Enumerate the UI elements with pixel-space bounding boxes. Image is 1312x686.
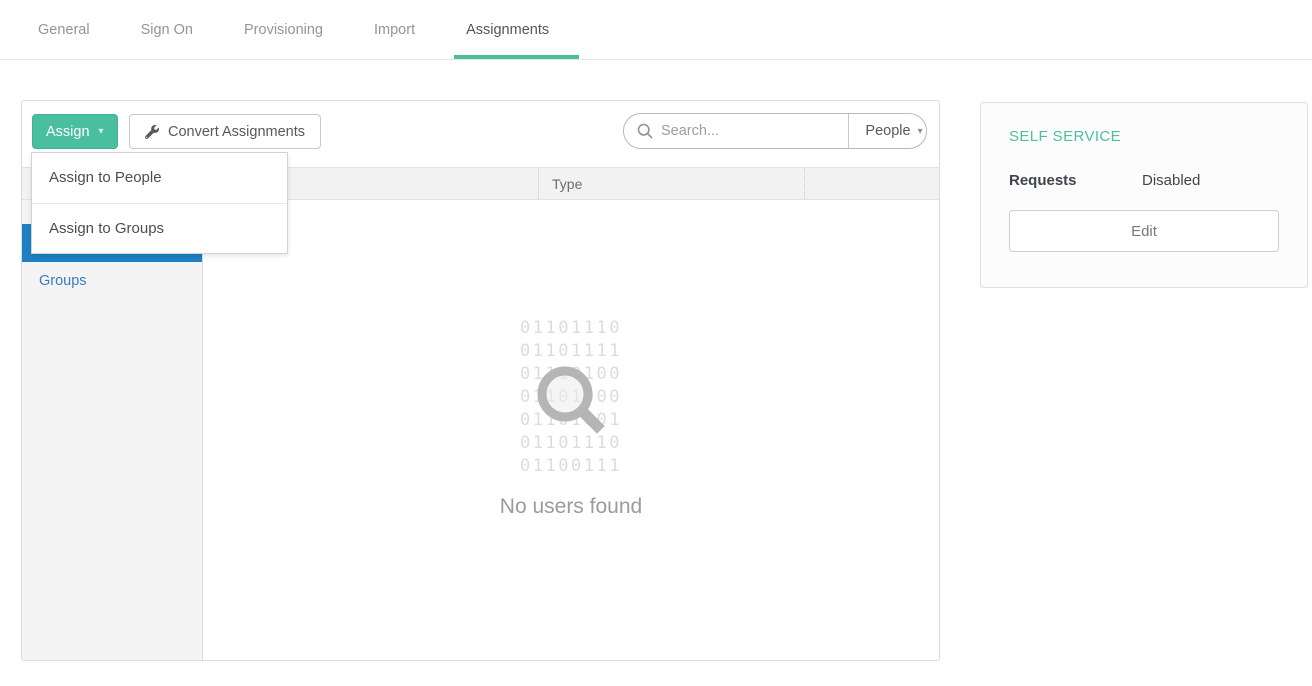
- search-input[interactable]: [661, 123, 848, 139]
- assign-button[interactable]: Assign ▾: [32, 114, 118, 149]
- filter-sidebar: People Groups: [22, 200, 203, 660]
- binary-line: 01101110: [520, 317, 622, 340]
- self-service-title: SELF SERVICE: [1009, 128, 1279, 145]
- self-service-panel: SELF SERVICE Requests Disabled Edit: [980, 102, 1308, 288]
- search-scope-dropdown[interactable]: People ▾: [848, 114, 927, 148]
- tab-import[interactable]: Import: [362, 0, 427, 59]
- assignments-body: People Groups 01101110 01101111 01110100…: [22, 200, 939, 660]
- menu-item-assign-to-people[interactable]: Assign to People: [32, 153, 287, 203]
- assign-dropdown-menu: Assign to People Assign to Groups: [31, 152, 288, 254]
- tab-general[interactable]: General: [26, 0, 102, 59]
- requests-label: Requests: [1009, 172, 1142, 189]
- binary-line: 01101111: [520, 340, 622, 363]
- convert-assignments-button[interactable]: Convert Assignments: [129, 114, 321, 149]
- magnifier-icon: [535, 364, 609, 443]
- column-header-type: Type: [538, 168, 804, 199]
- wrench-icon: [145, 125, 159, 139]
- search-scope-label: People: [865, 123, 910, 139]
- empty-state-message: No users found: [203, 495, 939, 519]
- tab-bar: General Sign On Provisioning Import Assi…: [0, 0, 1312, 60]
- caret-down-icon: ▾: [99, 126, 104, 137]
- requests-value: Disabled: [1142, 172, 1200, 189]
- search-control: People ▾: [623, 113, 927, 149]
- assignments-empty-state: 01101110 01101111 01110100 01101000 0110…: [203, 200, 939, 660]
- assign-button-label: Assign: [46, 124, 90, 140]
- caret-down-icon: ▾: [918, 126, 923, 137]
- binary-art: 01101110 01101111 01110100 01101000 0110…: [520, 317, 622, 478]
- tab-assignments[interactable]: Assignments: [454, 0, 561, 59]
- convert-assignments-label: Convert Assignments: [168, 124, 305, 140]
- sidebar-item-groups[interactable]: Groups: [22, 262, 202, 300]
- edit-button[interactable]: Edit: [1009, 210, 1279, 252]
- search-field-area: [624, 114, 848, 148]
- menu-item-assign-to-groups[interactable]: Assign to Groups: [32, 203, 287, 253]
- binary-line: 01100111: [520, 455, 622, 478]
- tab-sign-on[interactable]: Sign On: [129, 0, 205, 59]
- column-header-actions: [804, 168, 939, 199]
- search-icon: [637, 123, 653, 139]
- tab-provisioning[interactable]: Provisioning: [232, 0, 335, 59]
